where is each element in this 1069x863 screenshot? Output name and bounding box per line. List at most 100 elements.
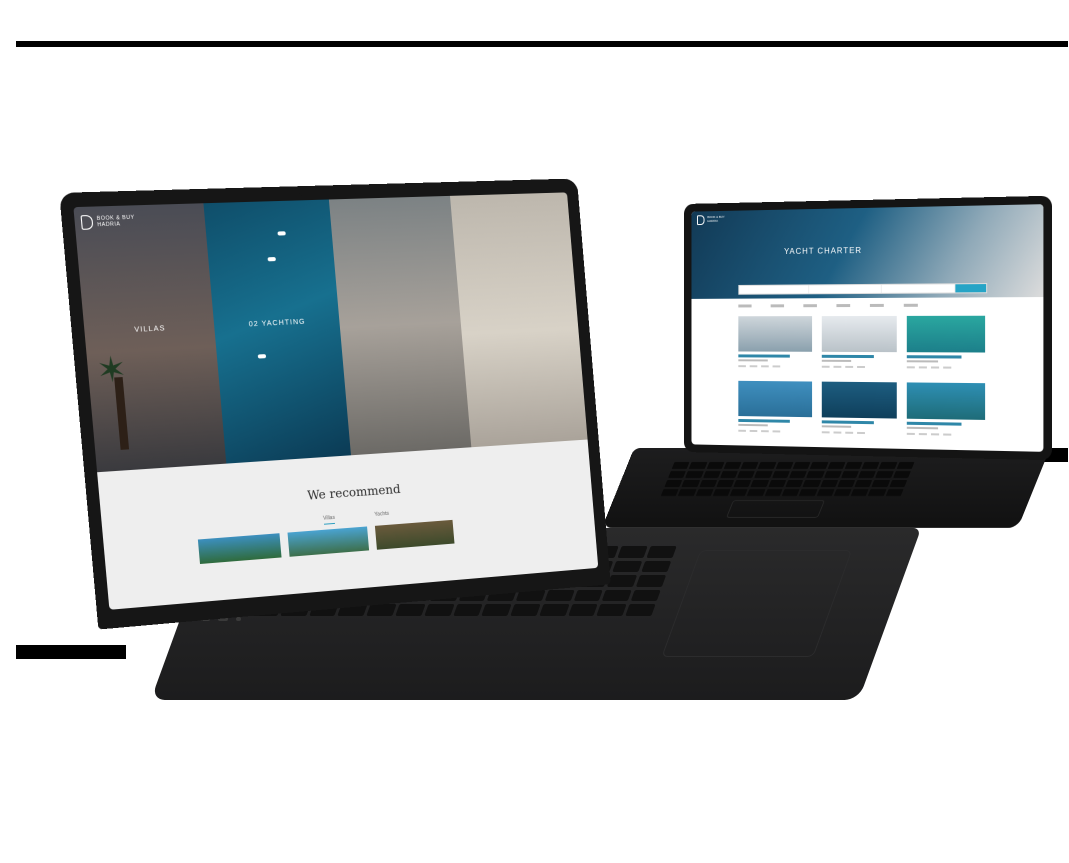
site-logo[interactable]: BOOK & BUY HADRIA: [80, 214, 136, 230]
left-fragment: [16, 645, 126, 659]
yacht-subtitle: [738, 423, 768, 427]
search-button[interactable]: [955, 284, 987, 293]
panel-yachting[interactable]: 02 YACHTING: [203, 199, 351, 464]
keyboard-key: [792, 462, 811, 469]
keyboard-key: [544, 589, 575, 602]
keyboard-key: [636, 575, 667, 587]
keyboard-key: [771, 471, 790, 478]
yacht-card[interactable]: [907, 382, 986, 442]
search-bar: [738, 283, 988, 295]
keyboard-key: [879, 462, 898, 469]
logo-mark-icon: [697, 215, 705, 226]
yacht-title: [821, 420, 875, 425]
keyboard-key: [785, 480, 804, 487]
keyboard-key: [664, 480, 683, 487]
top-divider: [16, 41, 1068, 47]
guests-field[interactable]: [881, 284, 956, 293]
filter-item[interactable]: [770, 304, 785, 308]
filter-item[interactable]: [903, 303, 918, 307]
tablet-screen: BOOK & BUY HADRIA YACHT CHARTER: [691, 204, 1044, 452]
recommend-title: We recommend: [306, 481, 401, 503]
keyboard-key: [602, 589, 633, 602]
yacht-subtitle: [738, 359, 768, 362]
keyboard-key: [875, 471, 894, 478]
keyboard-key: [723, 462, 742, 469]
keyboard-key: [844, 462, 863, 469]
yacht-card[interactable]: [738, 316, 812, 373]
listing-thumbnail[interactable]: [197, 533, 282, 565]
keyboard-key: [719, 471, 739, 478]
keyboard-key: [646, 546, 677, 558]
yacht-specs: [821, 365, 897, 369]
keyboard-key: [775, 462, 794, 469]
yacht-title: [821, 354, 875, 359]
keyboard-key: [892, 471, 911, 478]
keyboard-key: [861, 462, 880, 469]
yacht-card[interactable]: [738, 380, 812, 439]
yacht-specs: [821, 431, 897, 435]
yacht-image: [738, 316, 812, 352]
listing-thumbnail[interactable]: [287, 526, 370, 557]
panel-villas[interactable]: ✶ VILLAS: [73, 203, 227, 473]
keyboard-key: [685, 471, 704, 478]
keyboard-key: [596, 604, 627, 616]
yacht-title: [738, 354, 790, 358]
date-field[interactable]: [809, 284, 882, 294]
keyboard-key: [854, 480, 873, 487]
logo-text: BOOK & BUY HADRIA: [707, 215, 724, 223]
logo-line2: HADRIA: [707, 218, 718, 223]
keyboard-key: [729, 489, 749, 496]
keyboard-key: [395, 604, 426, 616]
keyboard-key: [799, 489, 818, 496]
tab-villas[interactable]: Villas: [322, 514, 336, 525]
filter-item[interactable]: [836, 304, 851, 308]
tablet-keyboard-case: [601, 448, 1051, 528]
yacht-card[interactable]: [907, 315, 986, 375]
keyboard-key: [764, 489, 783, 496]
camera-notch: [297, 184, 359, 197]
keyboard-key: [889, 480, 908, 487]
keyboard-key: [858, 471, 877, 478]
keyboard-key: [789, 471, 808, 478]
hero-title: YACHT CHARTER: [784, 245, 863, 257]
keyboard-key: [698, 480, 718, 487]
keyboard-key: [617, 546, 648, 558]
filter-item[interactable]: [803, 304, 817, 308]
panel-apartments[interactable]: [328, 195, 472, 456]
keyboard-key: [740, 462, 759, 469]
keyboard-key: [573, 589, 604, 602]
panel-label: 02 YACHTING: [248, 318, 306, 329]
yacht-card[interactable]: [821, 315, 898, 374]
keyboard-key: [681, 480, 700, 487]
yacht-image: [821, 381, 898, 419]
tablet-trackpad[interactable]: [725, 500, 826, 518]
panel-label: [339, 312, 460, 318]
keyboard-key: [768, 480, 787, 487]
laptop-screen: BOOK & BUY HADRIA ✶ VILLAS 02 YACHTING W…: [73, 192, 599, 610]
panel-rooms[interactable]: [449, 192, 588, 448]
site-logo[interactable]: BOOK & BUY HADRIA: [697, 215, 725, 226]
yacht-specs: [738, 429, 811, 433]
keyboard-key: [706, 462, 725, 469]
keyboard-key: [481, 604, 512, 616]
laptop-trackpad[interactable]: [661, 550, 853, 657]
keyboard-key: [625, 604, 656, 616]
keyboard-key: [840, 471, 860, 478]
filter-item[interactable]: [869, 303, 884, 307]
keyboard-key: [630, 589, 661, 602]
keyboard-key: [819, 480, 839, 487]
yacht-card[interactable]: [821, 381, 898, 441]
keyboard-key: [712, 489, 731, 496]
keyboard-key: [695, 489, 714, 496]
keyboard-key: [539, 604, 570, 616]
yacht-grid: [738, 315, 986, 443]
listing-thumbnail[interactable]: [374, 519, 455, 550]
tab-yachts[interactable]: Yachts: [374, 511, 389, 521]
filter-item[interactable]: [738, 304, 752, 308]
yacht-title: [907, 355, 962, 359]
yacht-image: [821, 315, 898, 353]
destination-field[interactable]: [739, 285, 810, 294]
yacht-title: [738, 418, 790, 423]
filter-row: [738, 303, 985, 310]
keyboard-key: [816, 489, 835, 496]
